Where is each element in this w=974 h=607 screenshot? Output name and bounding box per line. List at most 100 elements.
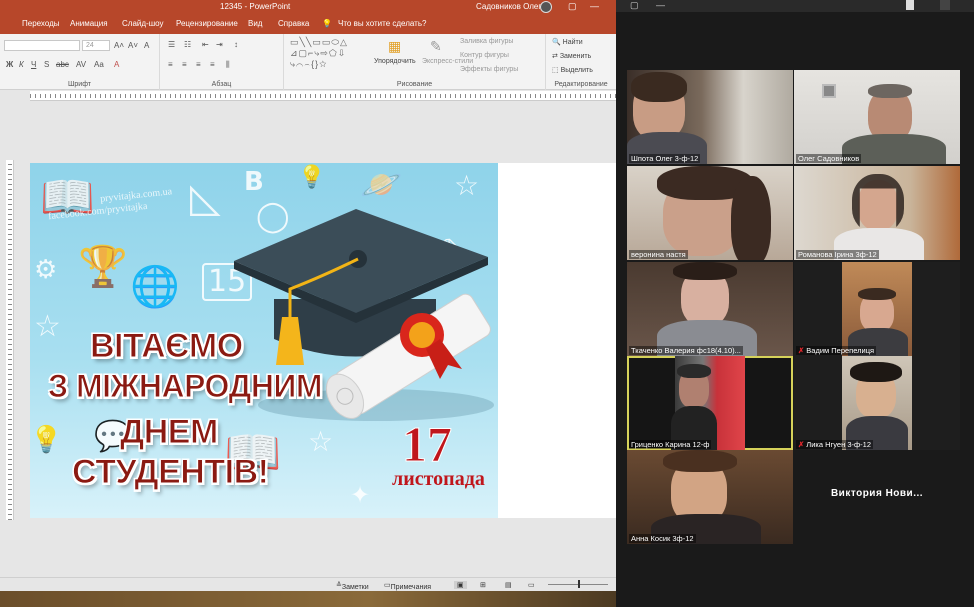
taskbar-strip	[0, 591, 616, 607]
font-group-label: Шрифт	[67, 81, 92, 88]
ribbon-tabs: Переходы Анимация Слайд-шоу Рецензирован…	[0, 14, 616, 34]
ribbon-display-icon[interactable]: ▢	[568, 1, 577, 12]
italic-icon[interactable]: К	[19, 60, 24, 69]
zoom-gallery-window: ▢ — Шпота Олег 3-ф-12 Олег Садовников ве…	[616, 0, 974, 607]
mic-muted-icon: ✗	[798, 346, 805, 355]
zoom-top-bar: ▢ —	[616, 0, 974, 12]
video-tile-camera-off[interactable]: Виктория Нови...	[794, 450, 960, 544]
document-title: 12345 - PowerPoint	[220, 2, 291, 11]
star-bottom-icon: ✦	[350, 481, 371, 509]
video-tile-active-speaker[interactable]: Гриценко Карина 12-ф	[627, 356, 793, 450]
underline-icon[interactable]: Ч	[31, 60, 36, 69]
slide[interactable]: 📖 ◺ B 💡 🪐 ☆ ◯ ⚙ 🏆 🌐 15 ☆ 💡 💬 ☆ ✎ 📖 ✦ pry…	[30, 163, 498, 518]
align-left-icon[interactable]: ≡	[168, 60, 173, 69]
arrange-button[interactable]: Упорядочить	[374, 58, 416, 65]
justify-icon[interactable]: ≡	[210, 60, 215, 69]
notes-button[interactable]: ≙ Заметки	[336, 581, 369, 591]
shadow-icon[interactable]: S	[44, 60, 49, 69]
video-tile[interactable]: Шпота Олег 3-ф-12	[627, 70, 793, 164]
wall-clock	[822, 84, 836, 98]
greeting-line-1: ВІТАЄМО	[90, 327, 244, 366]
select-label: Выделить	[560, 67, 593, 74]
minimize-zoom-icon[interactable]: —	[656, 0, 665, 10]
slideshow-view-icon[interactable]: ▭	[528, 581, 535, 589]
desktop: 12345 - PowerPoint Садовников Олег ▢ — П…	[0, 0, 974, 607]
video-tile[interactable]: ✗ Вадим Перепелиця	[794, 262, 960, 356]
title-bar: 12345 - PowerPoint Садовников Олег ▢ —	[0, 0, 616, 14]
align-right-icon[interactable]: ≡	[196, 60, 201, 69]
strikethrough-icon[interactable]: abc	[56, 60, 69, 69]
bold-icon[interactable]: Ж	[6, 60, 13, 69]
avatar[interactable]	[540, 1, 552, 13]
powerpoint-window: 12345 - PowerPoint Садовников Олег ▢ — П…	[0, 0, 616, 607]
normal-view-icon[interactable]: ▣	[454, 581, 467, 589]
numbering-icon[interactable]: ☷	[184, 40, 191, 49]
replace-label: Заменить	[559, 53, 592, 60]
indent-less-icon[interactable]: ⇤	[202, 40, 209, 49]
video-tile[interactable]: веронина настя	[627, 166, 793, 260]
participant-name: Гриценко Карина 12-ф	[629, 440, 712, 449]
clear-format-icon[interactable]: A	[144, 41, 149, 50]
tab-animations[interactable]: Анимация	[70, 19, 108, 28]
shape-fill-button[interactable]: Заливка фигуры	[460, 38, 513, 45]
editing-group: 🔍 Найти ⇄ Заменить ⬚ Выделить Редактиров…	[546, 34, 616, 90]
reading-view-icon[interactable]: ▤	[505, 581, 512, 589]
participant-name: Анна Косик 3ф-12	[629, 534, 696, 543]
slide-sorter-icon[interactable]: ⊞	[480, 581, 486, 589]
comments-button[interactable]: ▭ Примечания	[384, 581, 431, 591]
shrink-font-icon[interactable]: A˅	[128, 41, 138, 50]
arrange-icon[interactable]: ▦	[388, 38, 401, 55]
participant-name-text: Лика Нгуен 3-ф-12	[806, 440, 872, 449]
participant-name-text: Вадим Перепелиця	[806, 346, 875, 355]
tab-review[interactable]: Рецензирование	[176, 19, 238, 28]
tab-slideshow[interactable]: Слайд-шоу	[122, 19, 163, 28]
select-button[interactable]: ⬚ Выделить	[552, 66, 593, 74]
grow-font-icon[interactable]: A˄	[114, 41, 124, 50]
indent-more-icon[interactable]: ⇥	[216, 40, 223, 49]
minimize-icon[interactable]: —	[590, 1, 599, 11]
align-center-icon[interactable]: ≡	[182, 60, 187, 69]
shape-outline-button[interactable]: Контур фигуры	[460, 52, 509, 59]
columns-icon[interactable]: ⫼	[226, 60, 230, 70]
bullets-icon[interactable]: ☰	[168, 40, 175, 49]
trophy-icon: 🏆	[78, 244, 128, 290]
font-name-field[interactable]	[4, 40, 80, 51]
vertical-ruler	[6, 160, 14, 520]
video-tile[interactable]: Анна Косик 3ф-12	[627, 450, 793, 544]
greeting-line-3: ДНЕМ	[120, 413, 219, 452]
participant-name: Ткаченко Валерия фс18(4.10)...	[629, 346, 743, 355]
gear-icon: ⚙	[34, 255, 58, 285]
font-size-field[interactable]: 24	[82, 40, 110, 51]
bulb-doodle-icon: 💡	[30, 425, 63, 455]
date-month: листопада	[392, 468, 485, 490]
video-tile[interactable]: Романова Ірина 3ф-12	[794, 166, 960, 260]
tell-me-search[interactable]: Что вы хотите сделать?	[338, 19, 426, 28]
line-spacing-icon[interactable]: ↕	[234, 40, 238, 49]
zoom-slider-thumb[interactable]	[578, 580, 580, 588]
tab-help[interactable]: Справка	[278, 19, 309, 28]
editing-group-label: Редактирование	[554, 81, 608, 88]
restore-icon[interactable]: ▢	[630, 0, 639, 11]
quick-styles-icon[interactable]: ✎	[430, 38, 442, 55]
case-icon[interactable]: Aa	[94, 60, 104, 69]
shapes-gallery[interactable]: ▭╲╲▭▭⬭△ ⊿▢⌐⤷⇨⬠⇩ ⤷⌒⌢{}☆	[290, 37, 348, 70]
lightbulb-doodle-icon: 💡	[298, 165, 326, 190]
tab-view[interactable]: Вид	[248, 19, 262, 28]
participant-name: Виктория Нови...	[830, 488, 924, 499]
ribbon: 24 A˄ A˅ A Ж К Ч S abc AV Aa A Шрифт ☰ ☷…	[0, 34, 616, 90]
font-color-icon[interactable]: A	[114, 60, 119, 69]
drawing-group: ▭╲╲▭▭⬭△ ⊿▢⌐⤷⇨⬠⇩ ⤷⌒⌢{}☆ ▦ Упорядочить ✎ Экс…	[284, 34, 546, 90]
drawing-group-label: Рисование	[396, 81, 433, 88]
find-button[interactable]: 🔍 Найти	[552, 38, 583, 46]
tab-transitions[interactable]: Переходы	[22, 19, 60, 28]
quick-styles-button[interactable]: Экспресс-стили	[422, 58, 473, 65]
shape-effects-button[interactable]: Эффекты фигуры	[460, 66, 518, 73]
video-tile[interactable]: ✗ Лика Нгуен 3-ф-12	[794, 356, 960, 450]
video-tile[interactable]: Олег Садовников	[794, 70, 960, 164]
video-tile[interactable]: Ткаченко Валерия фс18(4.10)...	[627, 262, 793, 356]
user-name[interactable]: Садовников Олег	[476, 2, 541, 11]
thumbnail-icon-2	[940, 0, 950, 10]
spacing-icon[interactable]: AV	[76, 60, 86, 69]
participant-name: Романова Ірина 3ф-12	[796, 250, 879, 259]
replace-button[interactable]: ⇄ Заменить	[552, 52, 591, 60]
